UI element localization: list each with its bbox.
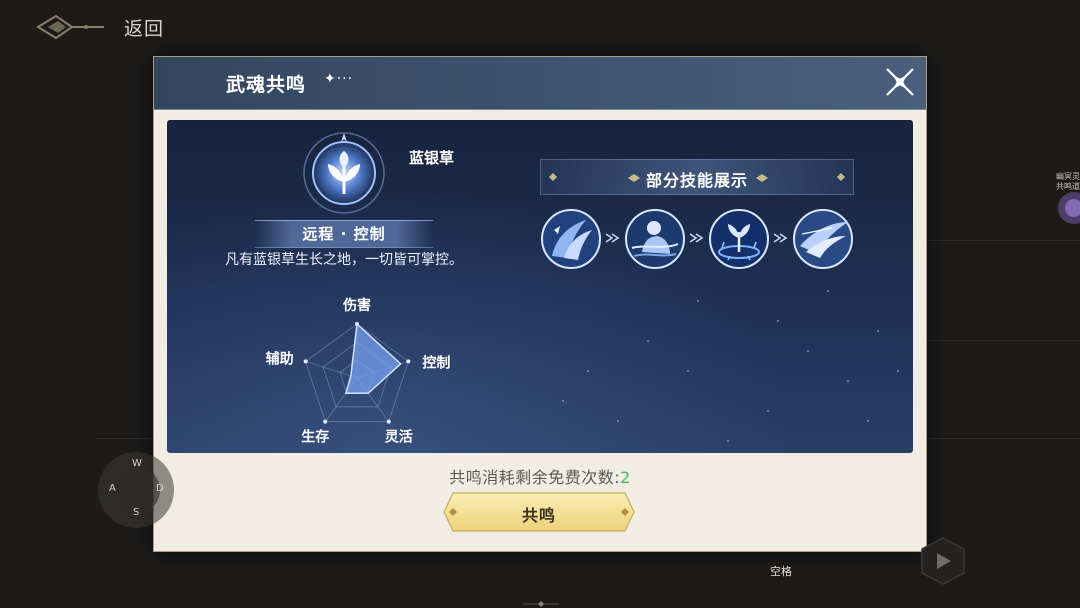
resonance-dialog: 武魂共鸣 ✦··· 蓝银草 远程 · 控制 凡有蓝银草生长之地，一切皆可掌控。 … xyxy=(153,56,927,552)
radar-axis-dot xyxy=(323,419,328,424)
radar-label: 灵活 xyxy=(385,429,413,446)
free-count-value: 2 xyxy=(620,468,631,487)
spirit-info-panel: 蓝银草 远程 · 控制 凡有蓝银草生长之地，一切皆可掌控。 伤害控制灵活 生存 辅助… xyxy=(167,120,913,453)
radar-label: 控制 xyxy=(422,354,450,371)
free-count-text: 共鸣消耗剩余免费次数:2 xyxy=(154,464,926,488)
top-bar: 返回 xyxy=(0,0,1080,54)
background-divider xyxy=(927,438,1080,439)
radar-label: 伤害 xyxy=(342,297,371,314)
star-dot xyxy=(777,320,779,322)
spirit-description: 凡有蓝银草生长之地，一切皆可掌控。 xyxy=(225,252,463,268)
spirit-name: 蓝银草 xyxy=(409,149,455,167)
movement-joystick[interactable]: W A D S xyxy=(96,450,176,530)
back-label[interactable]: 返回 xyxy=(124,14,164,41)
radar-label: 生存 xyxy=(301,429,329,446)
star-dot xyxy=(827,290,829,292)
radar-axis-line xyxy=(305,360,358,379)
close-icon[interactable] xyxy=(884,66,916,98)
skill-blade-slash-icon[interactable] xyxy=(792,208,854,270)
back-emblem-icon[interactable] xyxy=(34,12,106,42)
star-dot xyxy=(897,370,899,372)
star-dot xyxy=(847,380,849,382)
resonate-button-label: 共鸣 xyxy=(521,506,556,525)
side-event-badge-text: 幽冥灵共鸣道 xyxy=(1056,172,1080,191)
star-dot xyxy=(867,420,869,422)
radar-axis-dot xyxy=(303,359,308,364)
key-a-label: A xyxy=(109,483,116,494)
banner-title-left-diamond-icon xyxy=(628,174,640,182)
banner-right-ornament-icon xyxy=(837,173,845,181)
spirit-tags: 远程 · 控制 xyxy=(255,220,433,248)
key-s-label: S xyxy=(133,507,140,518)
free-count-label: 共鸣消耗剩余免费次数: xyxy=(449,468,621,487)
skill-vine-wave-icon[interactable] xyxy=(540,208,602,270)
attribute-radar-chart: 伤害控制灵活 生存 辅助 xyxy=(266,297,451,446)
skill-sprout-field-icon[interactable] xyxy=(708,208,770,270)
star-dot xyxy=(687,370,689,372)
skill-arrow-icon xyxy=(689,233,704,243)
star-dot xyxy=(647,340,649,342)
star-dot xyxy=(767,410,769,412)
radar-axis-dot xyxy=(386,419,391,424)
star-dot xyxy=(727,440,729,442)
blue-silver-grass-emblem-icon xyxy=(303,132,385,214)
star-dot xyxy=(807,350,809,352)
dialog-title: 武魂共鸣 xyxy=(226,74,307,96)
skills-banner: 部分技能展示 xyxy=(540,159,854,195)
radar-label: 辅助 xyxy=(266,350,294,367)
background-divider xyxy=(927,340,1080,341)
star-dot xyxy=(877,330,879,332)
radar-value-shape xyxy=(344,322,402,395)
star-dot xyxy=(587,370,589,372)
resonate-button[interactable]: 共鸣 xyxy=(443,492,635,532)
skill-arrow-icon xyxy=(773,233,788,243)
radar-axis-dot xyxy=(406,359,411,364)
jump-play-icon[interactable] xyxy=(918,536,968,586)
space-key-label: 空格 xyxy=(770,565,792,578)
title-sparkle-decoration: ✦··· xyxy=(324,71,354,87)
key-w-label: W xyxy=(132,458,142,469)
background-divider xyxy=(927,240,1080,241)
star-dot xyxy=(617,420,619,422)
key-d-label: D xyxy=(156,483,164,494)
star-dot xyxy=(697,300,699,302)
background-divider xyxy=(95,438,153,439)
banner-title-right-diamond-icon xyxy=(756,174,768,182)
skill-arrow-icon xyxy=(605,233,620,243)
skills-title: 部分技能展示 xyxy=(645,171,748,190)
dialog-header: 武魂共鸣 ✦··· xyxy=(154,57,926,110)
star-dot xyxy=(562,400,564,402)
skill-figure-bind-icon[interactable] xyxy=(624,208,686,270)
bottom-ornament-icon xyxy=(523,601,559,607)
